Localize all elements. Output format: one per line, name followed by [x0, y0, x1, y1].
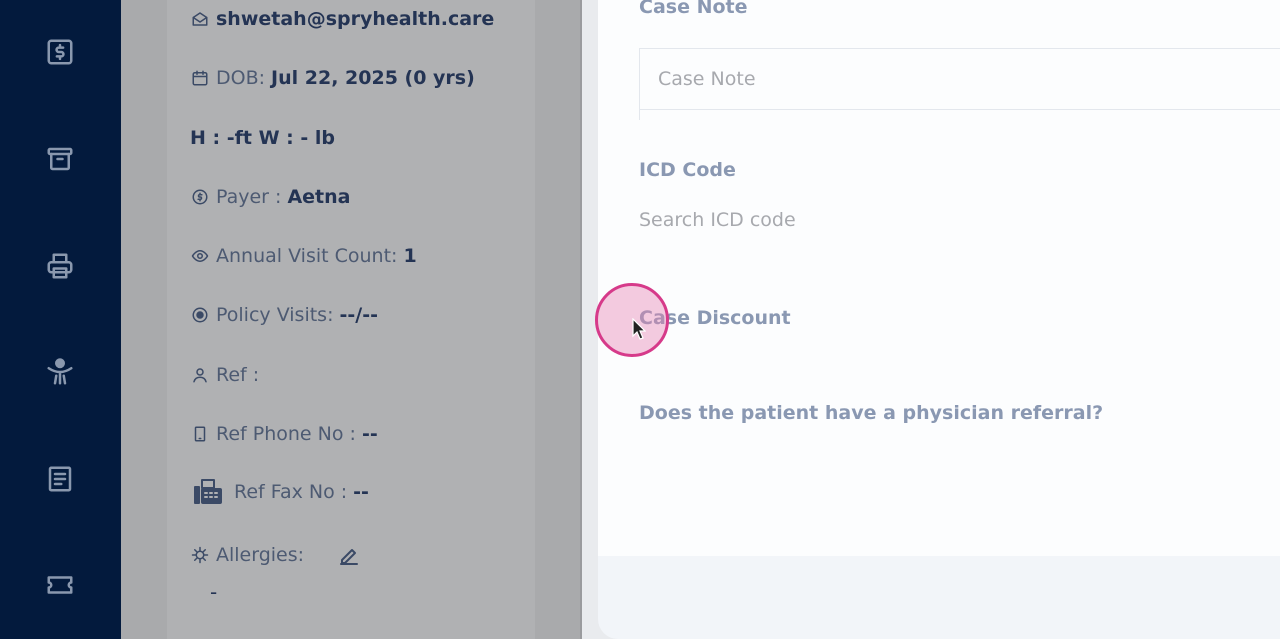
progress-circle-icon [190, 305, 210, 325]
nav-notes-button[interactable] [43, 462, 77, 496]
case-form-body: Case Note ICD Code Case Discount Does th… [598, 0, 1280, 556]
visit-count-row: Annual Visit Count: 1 [190, 245, 417, 267]
case-note-label: Case Note [639, 0, 748, 18]
height-weight-value: H : -ft W : - lb [190, 127, 335, 149]
height-weight-row: H : -ft W : - lb [190, 127, 335, 149]
payer-value: Aetna [287, 186, 351, 208]
case-note-border [639, 110, 640, 120]
printer-icon [47, 253, 73, 279]
physician-referral-question: Does the patient have a physician referr… [639, 402, 1104, 424]
patient-email: shwetah@spryhealth.care [216, 8, 495, 30]
ref-fax-row: Ref Fax No : -- [190, 479, 369, 504]
archive-icon [47, 147, 73, 171]
ref-fax-label: Ref Fax No : [234, 481, 348, 503]
edit-allergies-button[interactable] [336, 543, 362, 569]
exercise-icon [47, 358, 73, 385]
virus-icon [190, 545, 210, 565]
allergies-label: Allergies: [216, 544, 305, 566]
phone-icon [190, 424, 210, 444]
ref-fax-value: -- [353, 481, 369, 503]
document-icon [48, 466, 72, 492]
allergies-row: Allergies: [190, 544, 304, 566]
dob-value: Jul 22, 2025 (0 yrs) [271, 67, 475, 89]
ticket-icon [47, 576, 73, 594]
case-discount-label: Case Discount [639, 307, 791, 329]
case-form-panel: Case Note ICD Code Case Discount Does th… [598, 0, 1280, 639]
billing-icon [47, 39, 73, 65]
case-note-input[interactable] [639, 48, 1280, 110]
ref-phone-value: -- [361, 423, 378, 445]
nav-exercise-button[interactable] [43, 355, 77, 389]
ref-label: Ref : [216, 364, 260, 386]
ref-phone-row: Ref Phone No : -- [190, 423, 378, 445]
nav-archive-button[interactable] [43, 142, 77, 176]
ref-row: Ref : [190, 364, 265, 386]
mail-open-icon [190, 9, 210, 29]
icd-code-label: ICD Code [639, 159, 736, 181]
fax-icon [190, 479, 226, 504]
dollar-circle-icon [190, 187, 210, 207]
user-icon [190, 365, 210, 385]
patient-email-row: shwetah@spryhealth.care [190, 8, 494, 30]
policy-visits-value: --/-- [339, 304, 378, 326]
ref-phone-label: Ref Phone No : [216, 423, 356, 445]
visit-count-value: 1 [403, 245, 417, 267]
icd-code-search-input[interactable] [639, 202, 1039, 238]
patient-dob-row: DOB: Jul 22, 2025 (0 yrs) [190, 67, 475, 89]
nav-rail [0, 0, 121, 639]
nav-print-button[interactable] [43, 249, 77, 283]
nav-ticket-button[interactable] [43, 568, 77, 602]
dob-label: DOB: [216, 67, 266, 89]
visit-count-label: Annual Visit Count: [216, 245, 398, 267]
eye-icon [190, 246, 210, 266]
policy-visits-row: Policy Visits: --/-- [190, 304, 378, 326]
nav-billing-button[interactable] [43, 35, 77, 69]
panel-divider [580, 0, 582, 639]
payer-label: Payer : [216, 186, 282, 208]
payer-row: Payer : Aetna [190, 186, 350, 208]
policy-visits-label: Policy Visits: [216, 304, 334, 326]
pencil-icon [340, 549, 358, 565]
allergies-value: - [210, 580, 218, 604]
calendar-icon [190, 68, 210, 88]
